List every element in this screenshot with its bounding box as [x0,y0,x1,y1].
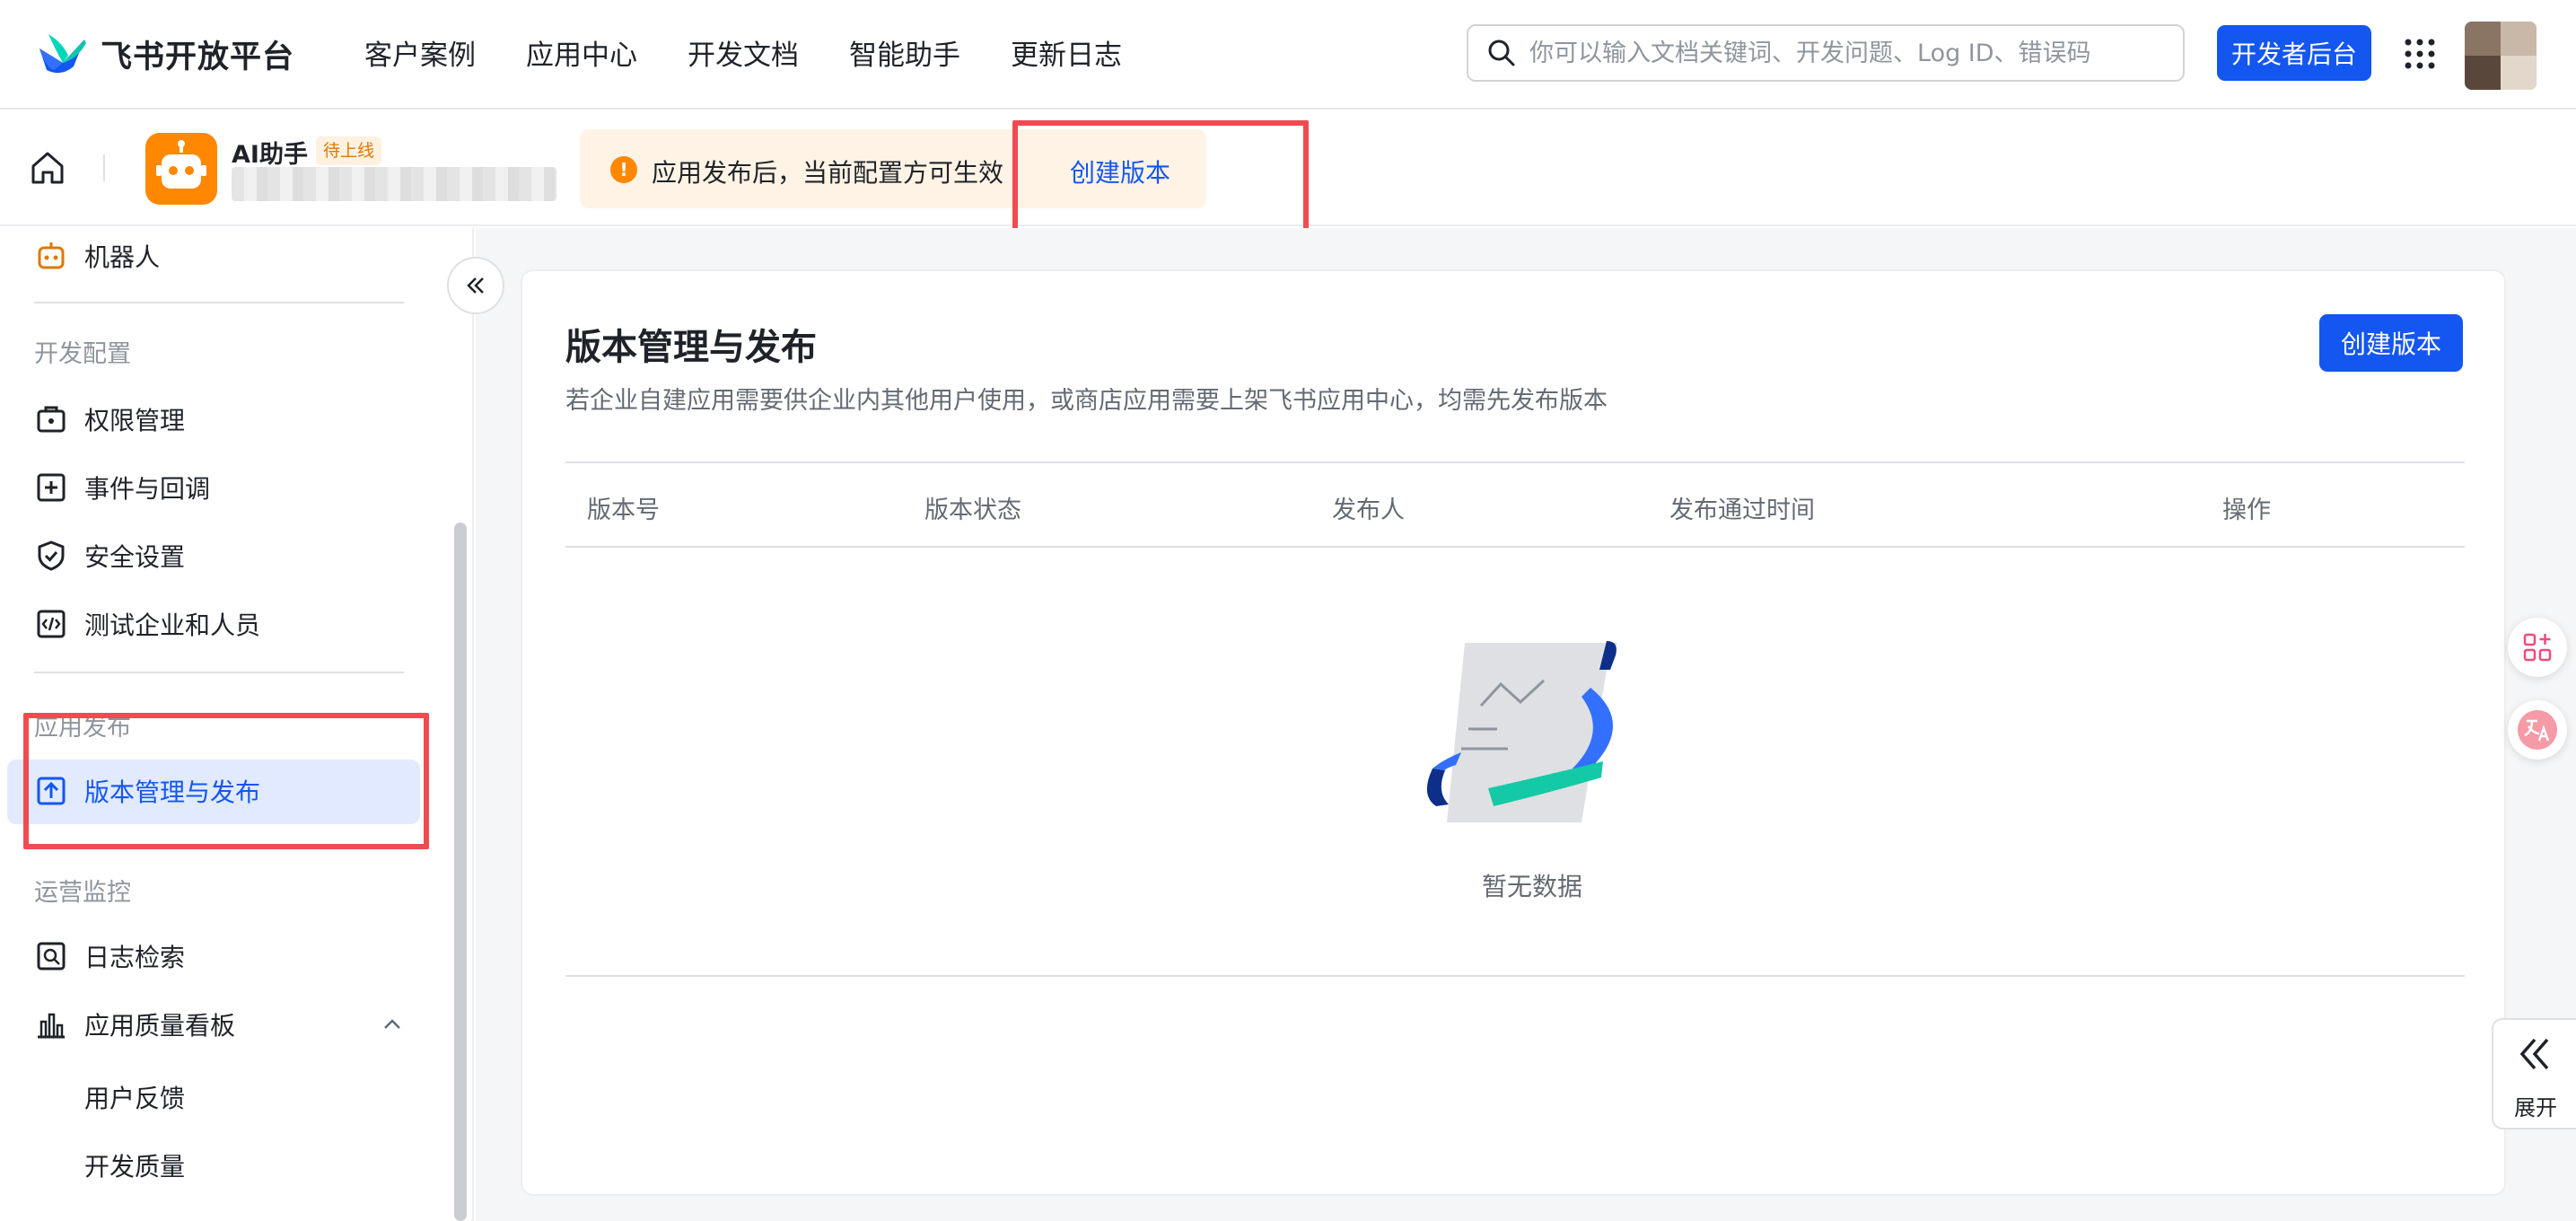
versions-table-header: 版本号 版本状态 发布人 发布通过时间 操作 [565,461,2465,548]
sidebar-item-label: 事件与回调 [84,474,211,504]
divider [34,302,404,303]
sidebar-scrollbar[interactable] [454,523,467,1221]
sidebar-item-label: 权限管理 [84,406,186,435]
permission-icon [37,406,66,433]
bar-chart-icon [38,1013,65,1039]
version-management-card: 版本管理与发布 若企业自建应用需要供企业内其他用户使用，或商店应用需要上架飞书应… [521,269,2506,1196]
annotation-highlight-sidebar [23,713,429,849]
nav-link-changelog[interactable]: 更新日志 [1011,32,1122,73]
column-header-actions: 操作 [2222,496,2271,524]
sidebar-item-label: 日志检索 [84,943,186,972]
column-header-status: 版本状态 [924,496,1021,524]
sidebar-item-quality-board[interactable]: 应用质量看板 [34,1002,235,1047]
sidebar-item-label: 安全设置 [84,542,186,572]
annotation-highlight-top [1012,120,1309,237]
app-avatar [145,133,217,205]
sidebar-item-label: 测试企业和人员 [84,610,261,640]
warning-icon: ! [610,156,637,183]
divider [103,154,105,181]
feishu-logo-icon [39,34,86,74]
brand[interactable]: 飞书开放平台 [36,27,294,81]
robot-icon [38,242,65,269]
code-icon [37,610,66,638]
double-chevron-left-icon [2519,1038,2549,1070]
sidebar-item-label: 应用质量看板 [84,1011,236,1041]
grid-plus-icon [2523,633,2552,662]
top-nav: 飞书开放平台 客户案例 应用中心 开发文档 智能助手 更新日志 开发者后台 [0,0,2576,110]
sidebar-item-permissions[interactable]: 权限管理 [34,397,185,442]
sidebar-item-test-org[interactable]: 测试企业和人员 [34,602,260,646]
app-name: AI助手 [232,141,308,169]
nav-link-cases[interactable]: 客户案例 [364,32,476,73]
translate-icon [2518,710,2557,750]
expand-label: 展开 [2514,1095,2557,1120]
column-header-version: 版本号 [587,496,660,524]
log-search-icon [37,942,66,971]
nav-link-assistant[interactable]: 智能助手 [849,32,960,73]
sidebar-subitem-dev-quality[interactable]: 开发质量 [84,1147,185,1183]
divider [34,672,404,673]
status-badge: 待上线 [316,136,382,165]
apps-grid-icon[interactable] [2404,38,2436,70]
column-header-publish-time: 发布通过时间 [1669,496,1815,524]
event-icon [37,473,66,502]
double-chevron-left-icon [467,277,484,294]
page-description: 若企业自建应用需要供企业内其他用户使用，或商店应用需要上架飞书应用中心，均需先发… [565,387,1608,415]
brand-name: 飞书开放平台 [101,39,295,75]
sidebar-group-dev: 开发配置 [34,340,131,368]
robot-icon [156,140,206,189]
shield-icon [38,540,65,571]
developer-console-button[interactable]: 开发者后台 [2217,25,2371,81]
sidebar-item-events[interactable]: 事件与回调 [34,465,210,510]
create-version-button[interactable]: 创建版本 [2319,314,2463,372]
page-title: 版本管理与发布 [565,327,817,368]
app-plugin-button[interactable] [2508,618,2567,677]
empty-state-illustration [1426,641,1617,822]
app-id-redacted [232,167,556,201]
search-icon [1488,40,1515,66]
column-header-publisher: 发布人 [1332,496,1405,524]
sidebar-item-log-search[interactable]: 日志检索 [34,934,185,979]
sidebar-item-label: 机器人 [84,242,161,272]
search-input[interactable] [1529,39,2158,67]
notice-text: 应用发布后，当前配置方可生效 [652,158,1004,188]
nav-links: 客户案例 应用中心 开发文档 智能助手 更新日志 [364,32,1172,73]
empty-state-text: 暂无数据 [522,867,2508,903]
search-box[interactable] [1467,24,2185,82]
user-avatar[interactable] [2465,22,2537,90]
collapse-sidebar-button[interactable] [447,257,504,314]
nav-link-app-center[interactable]: 应用中心 [526,32,637,73]
home-icon[interactable] [29,149,66,187]
translate-button[interactable] [2508,700,2567,760]
sidebar-group-ops: 运营监控 [34,879,131,907]
sidebar-item-robot[interactable]: 机器人 [34,233,160,278]
table-bottom-border [565,975,2465,977]
sidebar-item-security[interactable]: 安全设置 [34,533,185,578]
chevron-up-icon[interactable] [381,1013,404,1036]
empty-state-label: 暂无数据 [1481,872,1582,901]
sidebar-subitem-feedback[interactable]: 用户反馈 [84,1079,185,1115]
expand-panel-button[interactable]: 展开 [2492,1018,2576,1129]
nav-link-docs[interactable]: 开发文档 [688,32,799,73]
